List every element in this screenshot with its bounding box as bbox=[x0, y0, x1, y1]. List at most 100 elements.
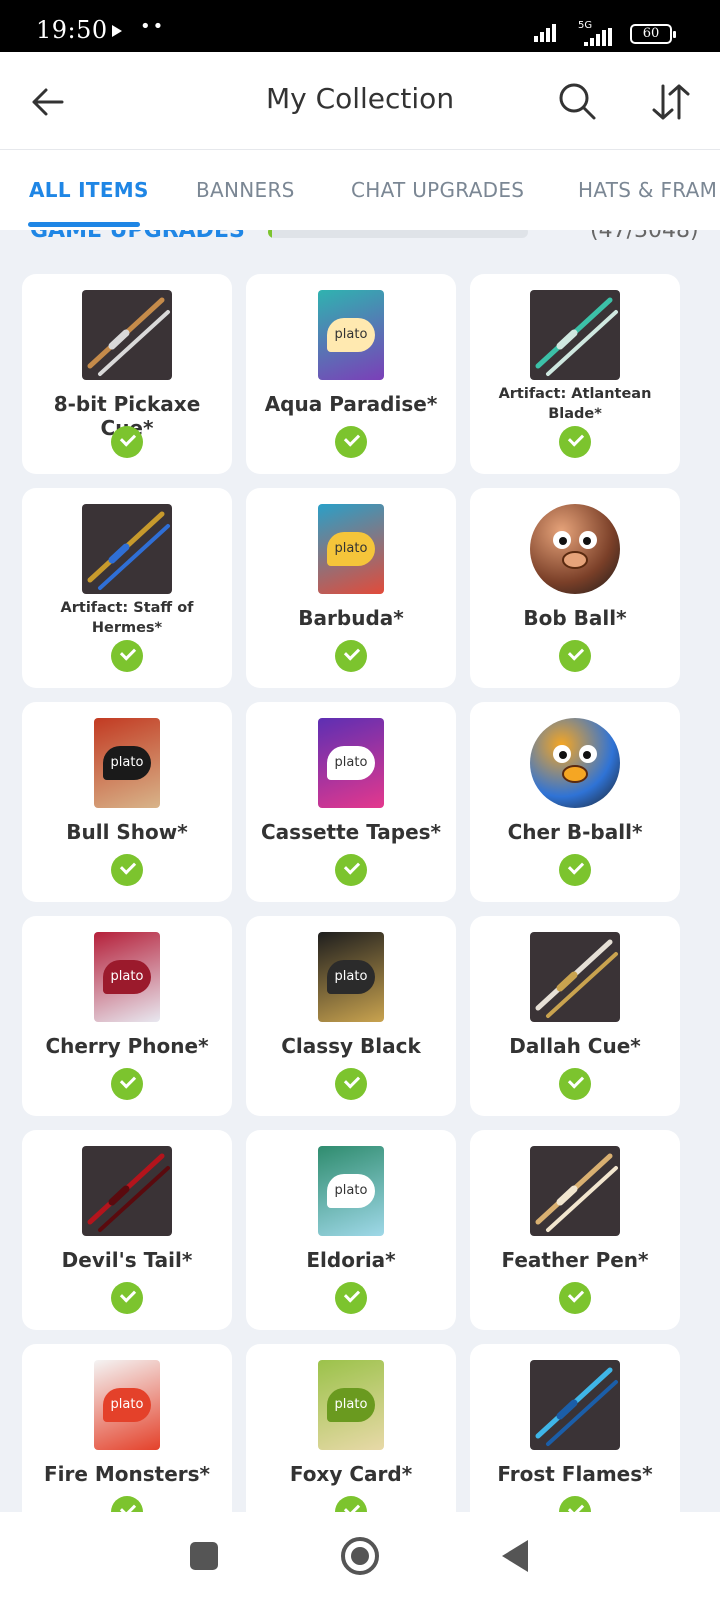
collection-item-card[interactable]: plato Cherry Phone* bbox=[22, 916, 232, 1116]
owned-check-icon bbox=[559, 1068, 591, 1100]
cue-thumbnail bbox=[82, 1146, 172, 1236]
owned-check-icon bbox=[335, 1282, 367, 1314]
ball-thumbnail bbox=[530, 504, 620, 594]
collection-item-card[interactable]: plato Eldoria* bbox=[246, 1130, 456, 1330]
card-thumbnail: plato bbox=[94, 932, 160, 1022]
plato-logo-label: plato bbox=[103, 1388, 151, 1422]
system-back-button[interactable] bbox=[502, 1540, 528, 1572]
battery-icon: 60 bbox=[630, 24, 676, 44]
app-bar: My Collection bbox=[0, 52, 720, 150]
plato-logo-label: plato bbox=[327, 1174, 375, 1208]
collection-item-card[interactable]: plato Fire Monsters* bbox=[22, 1344, 232, 1512]
collection-item-card[interactable]: Feather Pen* bbox=[470, 1130, 680, 1330]
owned-check-icon bbox=[559, 426, 591, 458]
items-grid: 8-bit Pickaxe Cue* plato Aqua Paradise* Art… bbox=[22, 274, 698, 1512]
status-bar: 19:50 •• 5G 60 bbox=[0, 0, 720, 52]
cue-thumbnail bbox=[530, 1146, 620, 1236]
cue-thumbnail bbox=[530, 932, 620, 1022]
collection-item-card[interactable]: Artifact: Staff of Hermes* bbox=[22, 488, 232, 688]
collection-item-card[interactable]: plato Bull Show* bbox=[22, 702, 232, 902]
item-name: Bull Show* bbox=[66, 820, 188, 844]
item-name: Fire Monsters* bbox=[43, 1462, 211, 1486]
owned-check-icon bbox=[335, 1496, 367, 1512]
section-count: (47/3048) bbox=[590, 230, 699, 243]
item-name: Eldoria* bbox=[306, 1248, 396, 1272]
status-time: 19:50 bbox=[36, 16, 108, 44]
cue-thumbnail bbox=[82, 290, 172, 380]
card-thumbnail: plato bbox=[318, 1146, 384, 1236]
plato-logo-label: plato bbox=[327, 1388, 375, 1422]
item-name: Dallah Cue* bbox=[509, 1034, 641, 1058]
item-name: Feather Pen* bbox=[501, 1248, 649, 1272]
cue-thumbnail bbox=[82, 504, 172, 594]
collection-item-card[interactable]: Dallah Cue* bbox=[470, 916, 680, 1116]
owned-check-icon bbox=[559, 854, 591, 886]
collection-item-card[interactable]: Devil's Tail* bbox=[22, 1130, 232, 1330]
item-name: Aqua Paradise* bbox=[264, 392, 438, 416]
items-scroll-area[interactable]: 8-bit Pickaxe Cue* plato Aqua Paradise* Art… bbox=[0, 244, 720, 1512]
section-header: GAME UPGRADES (47/3048) bbox=[0, 230, 720, 244]
item-name: Devil's Tail* bbox=[61, 1248, 193, 1272]
category-tabs: ALL ITEMS BANNERS CHAT UPGRADES HATS & F… bbox=[0, 150, 720, 230]
cue-thumbnail bbox=[530, 290, 620, 380]
card-thumbnail: plato bbox=[318, 932, 384, 1022]
item-name: Classy Black bbox=[281, 1034, 421, 1058]
owned-check-icon bbox=[111, 426, 143, 458]
owned-check-icon bbox=[335, 1068, 367, 1100]
plato-logo-label: plato bbox=[327, 960, 375, 994]
tab-all-items[interactable]: ALL ITEMS bbox=[29, 178, 149, 202]
owned-check-icon bbox=[111, 1282, 143, 1314]
item-name: Artifact: Staff of Hermes* bbox=[60, 600, 194, 636]
signal-strength-icon bbox=[534, 22, 556, 42]
collection-item-card[interactable]: plato Foxy Card* bbox=[246, 1344, 456, 1512]
media-play-icon bbox=[112, 25, 122, 37]
collection-item-card[interactable]: Frost Flames* bbox=[470, 1344, 680, 1512]
search-button[interactable] bbox=[556, 80, 598, 122]
card-thumbnail: plato bbox=[318, 1360, 384, 1450]
cue-thumbnail bbox=[530, 1360, 620, 1450]
owned-check-icon bbox=[559, 640, 591, 672]
plato-logo-label: plato bbox=[103, 960, 151, 994]
collection-item-card[interactable]: Cher B-ball* bbox=[470, 702, 680, 902]
collection-item-card[interactable]: plato Classy Black bbox=[246, 916, 456, 1116]
section-title: GAME UPGRADES bbox=[30, 230, 245, 243]
tab-hats-frames[interactable]: HATS & FRAM bbox=[578, 178, 717, 202]
owned-check-icon bbox=[111, 1068, 143, 1100]
owned-check-icon bbox=[111, 640, 143, 672]
tab-chat-upgrades[interactable]: CHAT UPGRADES bbox=[351, 178, 524, 202]
collection-item-card[interactable]: plato Aqua Paradise* bbox=[246, 274, 456, 474]
item-name: Artifact: Atlantean Blade* bbox=[498, 386, 652, 422]
page-title: My Collection bbox=[265, 82, 455, 115]
recent-apps-button[interactable] bbox=[190, 1542, 218, 1570]
collection-item-card[interactable]: 8-bit Pickaxe Cue* bbox=[22, 274, 232, 474]
home-button[interactable] bbox=[341, 1537, 379, 1575]
card-thumbnail: plato bbox=[318, 290, 384, 380]
collection-item-card[interactable]: plato Barbuda* bbox=[246, 488, 456, 688]
tab-banners[interactable]: BANNERS bbox=[196, 178, 295, 202]
card-thumbnail: plato bbox=[318, 504, 384, 594]
plato-logo-label: plato bbox=[327, 746, 375, 780]
notification-dots-icon: •• bbox=[140, 16, 166, 37]
sort-button[interactable] bbox=[650, 80, 692, 122]
collection-item-card[interactable]: plato Cassette Tapes* bbox=[246, 702, 456, 902]
owned-check-icon bbox=[111, 854, 143, 886]
collection-item-card[interactable]: Artifact: Atlantean Blade* bbox=[470, 274, 680, 474]
item-name: Foxy Card* bbox=[289, 1462, 413, 1486]
system-nav-bar bbox=[0, 1512, 720, 1600]
item-name: Barbuda* bbox=[298, 606, 404, 630]
collection-item-card[interactable]: Bob Ball* bbox=[470, 488, 680, 688]
plato-logo-label: plato bbox=[103, 746, 151, 780]
owned-check-icon bbox=[559, 1496, 591, 1512]
owned-check-icon bbox=[335, 640, 367, 672]
sort-icon bbox=[652, 84, 690, 120]
owned-check-icon bbox=[335, 426, 367, 458]
active-tab-indicator bbox=[28, 222, 140, 227]
item-name: Frost Flames* bbox=[497, 1462, 653, 1486]
card-thumbnail: plato bbox=[94, 718, 160, 808]
item-name: Bob Ball* bbox=[523, 606, 627, 630]
mobile-signal-icon bbox=[584, 26, 612, 46]
ball-thumbnail bbox=[530, 718, 620, 808]
item-name: Cherry Phone* bbox=[45, 1034, 209, 1058]
card-thumbnail: plato bbox=[318, 718, 384, 808]
section-progress-fill bbox=[268, 230, 272, 238]
